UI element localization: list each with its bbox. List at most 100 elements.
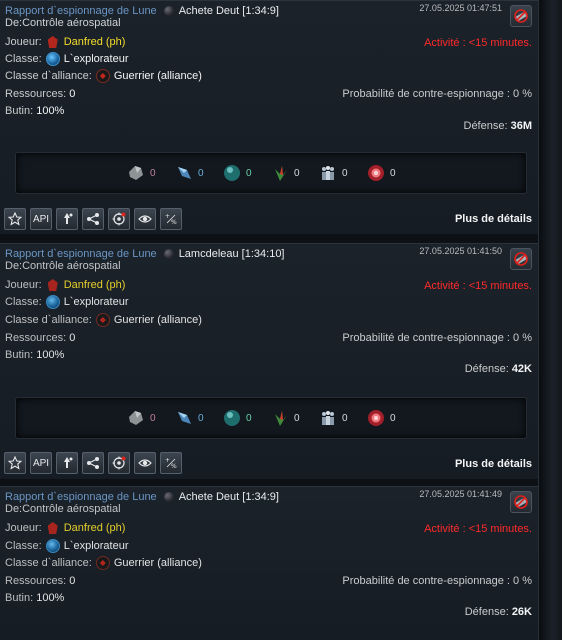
food-resource: 0	[271, 409, 319, 427]
api-button[interactable]: API	[30, 208, 52, 230]
activity-status: Activité : <15 minutes.	[424, 523, 532, 535]
class-value: L`explorateur	[63, 296, 129, 308]
view-icon	[138, 215, 152, 223]
message-date: 27.05.2025 01:47:51	[419, 3, 502, 13]
deuterium-resource: 0	[223, 409, 271, 427]
metal-resource: 0	[127, 409, 175, 427]
population-icon	[322, 166, 334, 180]
activity-status: Activité : <15 minutes.	[424, 280, 532, 292]
espionage-button[interactable]	[108, 452, 130, 474]
energy-value: 0	[390, 412, 396, 424]
warrior-alliance-icon	[95, 69, 110, 83]
player-name-link[interactable]: Danfred (ph)	[64, 36, 126, 48]
warrior-alliance-icon	[95, 313, 110, 327]
attack-button[interactable]	[56, 452, 78, 474]
share-button[interactable]	[82, 452, 104, 474]
class-label: Classe:	[5, 53, 42, 65]
energy-value: 0	[390, 167, 396, 179]
player-label: Joueur:	[5, 36, 42, 48]
api-button[interactable]: API	[30, 452, 52, 474]
alliance-class-value: Guerrier (alliance)	[113, 70, 202, 82]
target-planet-link[interactable]: Lamcdeleau [1:34:10]	[179, 248, 285, 260]
population-value: 0	[342, 167, 348, 179]
svg-text:+: +	[165, 213, 170, 220]
debris-field-panel: 0 0 0 0 0 0	[15, 152, 527, 194]
report-title-link[interactable]: Rapport d`espionnage de Lune	[5, 5, 157, 17]
resources-label: Ressources:	[5, 88, 67, 100]
simulate-button[interactable]: +%	[160, 208, 182, 230]
alliance-class-value: Guerrier (alliance)	[113, 557, 202, 569]
counter-espionage-label: Probabilité de contre-espionnage :	[342, 575, 510, 587]
delete-button[interactable]	[510, 5, 532, 27]
message-toolbar: API +%	[4, 208, 182, 230]
alliance-class-label: Classe d`alliance:	[5, 314, 92, 326]
resources-row: Ressources: 0	[5, 574, 75, 588]
view-button[interactable]	[134, 452, 156, 474]
metal-resource: 0	[127, 164, 175, 182]
target-planet-link[interactable]: Achete Deut [1:34:9]	[179, 491, 279, 503]
svg-text:+: +	[165, 457, 170, 464]
loot-value: 100%	[36, 592, 65, 604]
energy-resource: 0	[367, 164, 415, 182]
alliance-class-row: Classe d`alliance: Guerrier (alliance)	[5, 313, 202, 327]
espionage-icon	[112, 456, 126, 470]
message-report: Rapport d`espionnage de Lune Achete Deut…	[0, 486, 538, 640]
share-icon	[87, 213, 99, 225]
player-rank-icon	[46, 36, 60, 48]
crystal-icon	[178, 412, 191, 424]
delete-button[interactable]	[510, 248, 532, 270]
defense-label: Défense:	[464, 363, 509, 375]
svg-text:%: %	[171, 219, 177, 226]
moon-icon	[163, 249, 174, 259]
alliance-class-label: Classe d`alliance:	[5, 70, 92, 82]
player-row: Joueur: Danfred (ph)	[5, 35, 125, 49]
report-title-link[interactable]: Rapport d`espionnage de Lune	[5, 491, 157, 503]
view-button[interactable]	[134, 208, 156, 230]
population-resource: 0	[319, 409, 367, 427]
alliance-class-value: Guerrier (alliance)	[113, 314, 202, 326]
explorer-class-icon	[45, 52, 60, 66]
food-icon	[275, 411, 287, 426]
more-details-link[interactable]: Plus de détails	[455, 213, 532, 225]
loot-label: Butin:	[5, 592, 34, 604]
delete-icon	[514, 252, 528, 266]
report-title-link[interactable]: Rapport d`espionnage de Lune	[5, 248, 157, 260]
target-planet-link[interactable]: Achete Deut [1:34:9]	[179, 5, 279, 17]
player-name-link[interactable]: Danfred (ph)	[64, 522, 126, 534]
metal-value: 0	[150, 412, 156, 424]
attack-button[interactable]	[56, 208, 78, 230]
delete-icon	[514, 9, 528, 23]
favorite-button[interactable]	[4, 452, 26, 474]
counter-espionage-value: 0 %	[513, 88, 532, 100]
deuterium-resource: 0	[223, 164, 271, 182]
share-button[interactable]	[82, 208, 104, 230]
simulate-icon: +%	[165, 213, 177, 226]
energy-resource: 0	[367, 409, 415, 427]
defense-value: 36M	[510, 120, 532, 132]
loot-label: Butin:	[5, 349, 34, 361]
food-value: 0	[294, 167, 300, 179]
message-sender: De:Contrôle aérospatial	[5, 260, 121, 272]
message-report: Rapport d`espionnage de Lune Achete Deut…	[0, 0, 538, 234]
more-details-link[interactable]: Plus de détails	[455, 458, 532, 470]
delete-button[interactable]	[510, 491, 532, 513]
favorite-button[interactable]	[4, 208, 26, 230]
favorite-star-icon	[8, 456, 22, 470]
moon-icon	[163, 492, 174, 502]
message-report: Rapport d`espionnage de Lune Lamcdeleau …	[0, 243, 538, 479]
player-name-link[interactable]: Danfred (ph)	[64, 279, 126, 291]
defense-summary: Défense: 26K	[465, 606, 532, 618]
defense-value: 26K	[511, 606, 532, 618]
simulate-button[interactable]: +%	[160, 452, 182, 474]
espionage-button[interactable]	[108, 208, 130, 230]
class-row: Classe: L`explorateur	[5, 539, 129, 553]
scrollbar[interactable]	[538, 0, 562, 640]
favorite-star-icon	[8, 212, 22, 226]
message-date: 27.05.2025 01:41:49	[419, 489, 502, 499]
message-date: 27.05.2025 01:41:50	[419, 246, 502, 256]
resources-row: Ressources: 0	[5, 331, 75, 345]
metal-value: 0	[150, 167, 156, 179]
explorer-class-icon	[45, 295, 60, 309]
loot-row: Butin: 100%	[5, 104, 64, 118]
resources-label: Ressources:	[5, 575, 67, 587]
